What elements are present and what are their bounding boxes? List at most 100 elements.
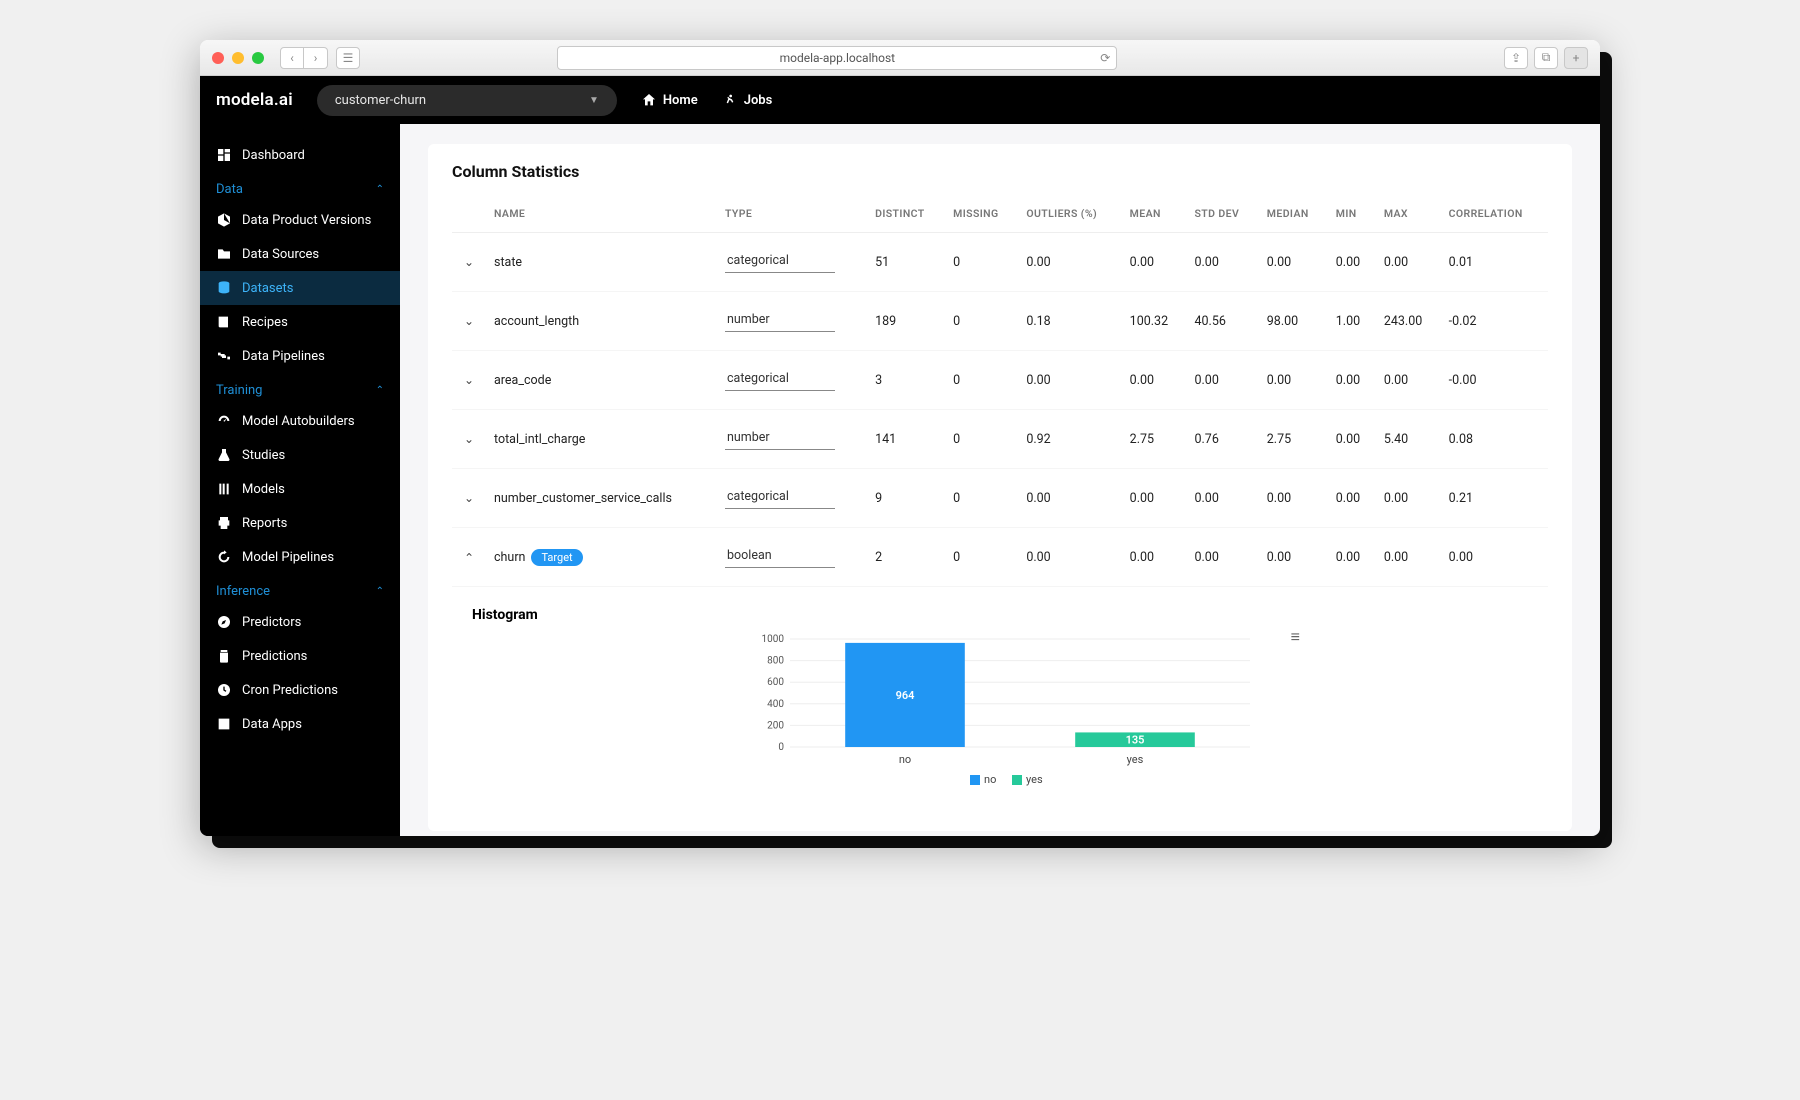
sidebar-item-label: Predictions — [242, 649, 307, 664]
sidebar-item-cron-predictions[interactable]: Cron Predictions — [200, 673, 400, 707]
maximize-window-icon[interactable] — [252, 52, 264, 64]
nav-home[interactable]: Home — [641, 92, 698, 108]
histogram-chart: ≡ 02004006008001000964no135yesnoyes — [740, 633, 1260, 793]
sidebar-toggle-button[interactable]: ☰ — [336, 47, 360, 69]
table-row: ⌄number_customer_service_callscategorica… — [452, 469, 1548, 528]
histogram-panel: Histogram ≡ 02004006008001000964no135yes… — [452, 595, 1548, 801]
cell-missing: 0 — [945, 351, 1018, 410]
sidebar-item-reports[interactable]: Reports — [200, 506, 400, 540]
sidebar-group-label: Inference — [216, 584, 270, 599]
sidebar-item-data-pipelines[interactable]: Data Pipelines — [200, 339, 400, 373]
share-button[interactable]: ⇪ — [1504, 47, 1528, 69]
layout: Dashboard Data⌃Data Product VersionsData… — [200, 124, 1600, 836]
chart-menu-icon[interactable]: ≡ — [1291, 627, 1300, 647]
expand-toggle[interactable]: ⌄ — [452, 469, 486, 528]
target-badge: Target — [531, 549, 582, 566]
sidebar-group-training[interactable]: Training ⌃ — [200, 373, 400, 404]
expand-toggle[interactable]: ⌄ — [452, 351, 486, 410]
sidebar-item-models[interactable]: Models — [200, 472, 400, 506]
sidebar-group-label: Training — [216, 383, 262, 398]
sidebar-item-label: Cron Predictions — [242, 683, 338, 698]
minimize-window-icon[interactable] — [232, 52, 244, 64]
cell-max: 243.00 — [1376, 292, 1441, 351]
sidebar-item-dashboard[interactable]: Dashboard — [200, 138, 400, 172]
sidebar-item-studies[interactable]: Studies — [200, 438, 400, 472]
sidebar-item-data-apps[interactable]: Data Apps — [200, 707, 400, 741]
chevron-down-icon: ⌄ — [464, 255, 474, 269]
legend-label: no — [984, 773, 996, 786]
new-tab-button[interactable]: + — [1564, 47, 1588, 69]
project-name: customer-churn — [335, 93, 426, 108]
sidebar-item-recipes[interactable]: Recipes — [200, 305, 400, 339]
appbar: modela.ai customer-churn ▼ Home Jobs — [200, 76, 1600, 124]
cell-type[interactable]: categorical — [717, 351, 867, 410]
reload-icon[interactable]: ⟳ — [1100, 51, 1110, 65]
col-max: MAX — [1376, 195, 1441, 233]
forward-button[interactable]: › — [304, 47, 328, 69]
sidebar-group-label: Data — [216, 182, 243, 197]
sidebar-item-label: Predictors — [242, 615, 301, 630]
column-statistics-card: Column Statistics NAMETYPEDISTINCTMISSIN… — [428, 144, 1572, 831]
cell-type[interactable]: categorical — [717, 469, 867, 528]
sidebar-item-label: Data Apps — [242, 717, 302, 732]
tabs-button[interactable]: ⧉ — [1534, 47, 1558, 69]
cell-type[interactable]: boolean — [717, 528, 867, 587]
cell-type[interactable]: number — [717, 292, 867, 351]
sidebar-item-label: Data Pipelines — [242, 349, 325, 364]
project-selector[interactable]: customer-churn ▼ — [317, 85, 617, 116]
sidebar-item-data-product-versions[interactable]: Data Product Versions — [200, 203, 400, 237]
content-area: Column Statistics NAMETYPEDISTINCTMISSIN… — [400, 124, 1600, 836]
col-std-dev: STD DEV — [1186, 195, 1258, 233]
sidebar-group-data[interactable]: Data⌃ — [200, 172, 400, 203]
sidebar-item-predictions[interactable]: Predictions — [200, 639, 400, 673]
y-tick-label: 800 — [767, 656, 784, 667]
home-icon — [641, 92, 657, 108]
cell-outliers: 0.00 — [1018, 528, 1121, 587]
cell-distinct: 2 — [867, 528, 945, 587]
cell-mean: 0.00 — [1122, 528, 1187, 587]
chevron-up-icon: ⌃ — [376, 385, 384, 396]
cell-corr: -0.02 — [1441, 292, 1548, 351]
expand-toggle[interactable]: ⌄ — [452, 292, 486, 351]
sidebar-item-data-sources[interactable]: Data Sources — [200, 237, 400, 271]
histogram-title: Histogram — [472, 607, 1528, 623]
cell-min: 0.00 — [1328, 528, 1376, 587]
expand-toggle[interactable]: ⌄ — [452, 233, 486, 292]
sidebar-item-model-autobuilders[interactable]: Model Autobuilders — [200, 404, 400, 438]
cell-corr: 0.08 — [1441, 410, 1548, 469]
url-bar[interactable]: modela-app.localhost ⟳ — [557, 46, 1117, 70]
cell-type[interactable]: number — [717, 410, 867, 469]
cell-median: 0.00 — [1259, 233, 1328, 292]
cell-min: 0.00 — [1328, 351, 1376, 410]
cell-missing: 0 — [945, 469, 1018, 528]
cell-median: 2.75 — [1259, 410, 1328, 469]
chevron-up-icon: ⌃ — [376, 586, 384, 597]
y-tick-label: 200 — [767, 720, 784, 731]
cell-distinct: 189 — [867, 292, 945, 351]
sidebar-item-predictors[interactable]: Predictors — [200, 605, 400, 639]
expand-toggle[interactable]: ⌄ — [452, 410, 486, 469]
expand-toggle[interactable]: ⌄ — [452, 528, 486, 587]
database-icon — [216, 280, 232, 296]
col-missing: MISSING — [945, 195, 1018, 233]
sidebar-group-inference[interactable]: Inference ⌃ — [200, 574, 400, 605]
sidebar-item-datasets[interactable]: Datasets — [200, 271, 400, 305]
sidebar-item-model-pipelines[interactable]: Model Pipelines — [200, 540, 400, 574]
nav-jobs[interactable]: Jobs — [722, 92, 773, 108]
clock-icon — [216, 682, 232, 698]
cell-type[interactable]: categorical — [717, 233, 867, 292]
cell-mean: 2.75 — [1122, 410, 1187, 469]
bar-value-label: 964 — [896, 689, 915, 702]
close-window-icon[interactable] — [212, 52, 224, 64]
back-button[interactable]: ‹ — [280, 47, 304, 69]
browser-window: ‹ › ☰ modela-app.localhost ⟳ ⇪ ⧉ + model… — [200, 40, 1600, 836]
cell-outliers: 0.00 — [1018, 233, 1121, 292]
sidebar-item-label: Data Product Versions — [242, 213, 371, 228]
cell-name: area_code — [486, 351, 717, 410]
running-icon — [722, 92, 738, 108]
cell-max: 5.40 — [1376, 410, 1441, 469]
col-type: TYPE — [717, 195, 867, 233]
cell-missing: 0 — [945, 292, 1018, 351]
cell-max: 0.00 — [1376, 233, 1441, 292]
cube-icon — [216, 212, 232, 228]
